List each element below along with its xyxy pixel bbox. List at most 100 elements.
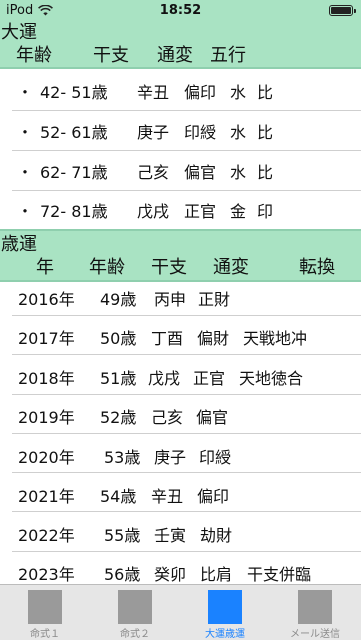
daiun-kanshi: 戊戌 [137, 202, 170, 221]
saiun-col-age: 年齢 [89, 257, 125, 278]
daiun-row[interactable]: ・ 72- 81歳 戊戌 正官 金 印 [0, 198, 361, 221]
row-divider [12, 433, 361, 434]
tab-label: 大運歳運 [205, 629, 245, 640]
tab-daiun-saiun[interactable]: 大運歳運 [180, 585, 270, 641]
daiun-age: 42- 51歳 [40, 83, 108, 102]
saiun-tsuhen: 偏官 [196, 408, 229, 427]
saiun-note: 干支併臨 [247, 565, 312, 584]
saiun-tsuhen: 比肩 [200, 565, 233, 584]
tab-meishiki-2[interactable]: 命式２ [90, 585, 180, 641]
saiun-age: 55歳 [104, 526, 141, 545]
daiun-tsuhen: 印綬 [184, 123, 217, 142]
saiun-age: 53歳 [104, 448, 141, 467]
saiun-row[interactable]: 2022年 55歳 壬寅 劫財 [0, 522, 361, 545]
daiun-row[interactable]: ・ 52- 61歳 庚子 印綬 水 比 [0, 119, 361, 142]
tab-meishiki-1-icon [28, 590, 62, 624]
tab-label: 命式２ [120, 629, 150, 640]
row-divider [12, 190, 361, 191]
saiun-year: 2023年 [18, 565, 75, 584]
tab-meishiki-1[interactable]: 命式１ [0, 585, 90, 641]
saiun-kanshi: 庚子 [154, 448, 187, 467]
status-bar: iPod 18:52 [0, 0, 361, 21]
daiun-tsuhen: 偏官 [184, 163, 217, 182]
daiun-row[interactable]: ・ 62- 71歳 己亥 偏官 水 比 [0, 159, 361, 182]
saiun-col-tsuhen: 通変 [213, 257, 249, 278]
daiun-header: 大運 年齢 干支 通変 五行 [0, 21, 361, 69]
saiun-age: 54歳 [100, 487, 137, 506]
saiun-year: 2017年 [18, 329, 75, 348]
saiun-age: 51歳 [100, 369, 137, 388]
tab-bar: 命式１ 命式２ 大運歳運 メール送信 [0, 584, 361, 640]
saiun-year: 2016年 [18, 290, 75, 309]
row-bullet: ・ [17, 163, 34, 182]
saiun-row[interactable]: 2020年 53歳 庚子 印綬 [0, 444, 361, 467]
daiun-kanshi: 庚子 [137, 123, 170, 142]
saiun-age: 50歳 [100, 329, 137, 348]
row-divider [12, 511, 361, 512]
row-bullet: ・ [17, 123, 34, 142]
row-divider [12, 551, 361, 552]
saiun-kanshi: 壬寅 [154, 526, 187, 545]
daiun-relation: 比 [257, 163, 274, 182]
daiun-col-kanshi: 干支 [93, 45, 129, 66]
saiun-year: 2021年 [18, 487, 75, 506]
saiun-age: 49歳 [100, 290, 137, 309]
saiun-row[interactable]: 2018年 51歳 戊戌 正官 天地徳合 [0, 365, 361, 388]
saiun-tsuhen: 正財 [198, 290, 231, 309]
row-bullet: ・ [17, 202, 34, 221]
row-divider [12, 394, 361, 395]
row-divider [12, 150, 361, 151]
daiun-kanshi: 己亥 [137, 163, 170, 182]
saiun-kanshi: 癸卯 [154, 565, 187, 584]
daiun-row[interactable]: ・ 42- 51歳 辛丑 偏印 水 比 [0, 79, 361, 102]
daiun-element: 金 [230, 202, 247, 221]
saiun-note: 天地徳合 [239, 369, 304, 388]
saiun-year: 2020年 [18, 448, 75, 467]
saiun-tsuhen: 印綬 [199, 448, 232, 467]
saiun-tsuhen: 劫財 [200, 526, 233, 545]
tab-daiun-saiun-icon [208, 590, 242, 624]
daiun-element: 水 [230, 163, 247, 182]
daiun-title: 大運 [1, 22, 37, 43]
daiun-col-tsuhen: 通変 [157, 45, 193, 66]
daiun-relation: 比 [257, 83, 274, 102]
daiun-age: 72- 81歳 [40, 202, 108, 221]
saiun-row[interactable]: 2017年 50歳 丁酉 偏財 天戦地冲 [0, 325, 361, 348]
saiun-kanshi: 辛丑 [151, 487, 184, 506]
saiun-kanshi: 丁酉 [151, 329, 184, 348]
daiun-tsuhen: 正官 [184, 202, 217, 221]
row-divider [12, 472, 361, 473]
row-divider [12, 354, 361, 355]
daiun-age: 62- 71歳 [40, 163, 108, 182]
tab-meishiki-2-icon [118, 590, 152, 624]
saiun-header: 歳運 年 年齢 干支 通変 転換 [0, 229, 361, 282]
battery-icon [329, 5, 356, 16]
row-divider [12, 315, 361, 316]
saiun-note: 天戦地冲 [243, 329, 308, 348]
tab-label: 命式１ [30, 629, 60, 640]
saiun-row[interactable]: 2023年 56歳 癸卯 比肩 干支併臨 [0, 561, 361, 584]
saiun-row[interactable]: 2016年 49歳 丙申 正財 [0, 286, 361, 309]
tab-label: メール送信 [290, 629, 340, 640]
saiun-row[interactable]: 2019年 52歳 己亥 偏官 [0, 404, 361, 427]
daiun-col-age: 年齢 [16, 45, 52, 66]
saiun-row[interactable]: 2021年 54歳 辛丑 偏印 [0, 483, 361, 506]
daiun-col-gogyo: 五行 [210, 45, 246, 66]
saiun-tsuhen: 正官 [193, 369, 226, 388]
tab-mail-send[interactable]: メール送信 [270, 585, 360, 641]
daiun-element: 水 [230, 123, 247, 142]
tab-mail-send-icon [298, 590, 332, 624]
saiun-year: 2019年 [18, 408, 75, 427]
saiun-title: 歳運 [1, 234, 37, 255]
saiun-tsuhen: 偏印 [197, 487, 230, 506]
saiun-kanshi: 戊戌 [148, 369, 181, 388]
row-divider [12, 110, 361, 111]
saiun-year: 2018年 [18, 369, 75, 388]
row-bullet: ・ [17, 83, 34, 102]
saiun-tsuhen: 偏財 [197, 329, 230, 348]
daiun-relation: 比 [257, 123, 274, 142]
status-time: 18:52 [159, 3, 202, 18]
daiun-element: 水 [230, 83, 247, 102]
saiun-kanshi: 己亥 [151, 408, 184, 427]
saiun-age: 56歳 [104, 565, 141, 584]
